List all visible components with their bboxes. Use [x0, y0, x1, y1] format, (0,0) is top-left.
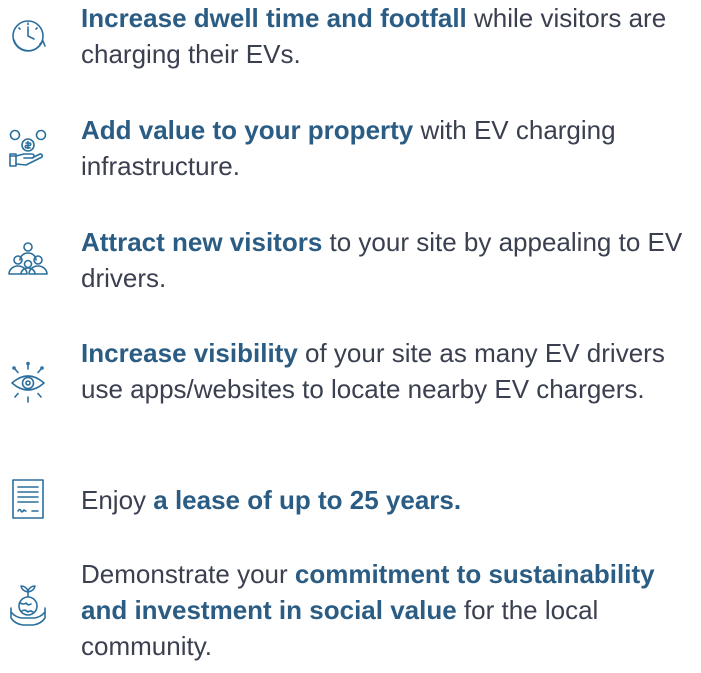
benefit-text: Demonstrate your commitment to sustainab… — [81, 556, 696, 664]
benefit-highlight: Increase dwell time and footfall — [81, 3, 467, 33]
benefit-highlight: a lease of up to 25 years. — [153, 485, 462, 515]
benefit-text: Increase visibility of your site as many… — [81, 335, 696, 407]
benefit-body: Enjoy — [81, 485, 154, 515]
benefit-text: Enjoy a lease of up to 25 years. — [81, 482, 696, 518]
benefit-highlight: Attract new visitors — [81, 227, 323, 257]
benefit-highlight: Add value to your property — [81, 115, 414, 145]
clock-arrow-icon — [6, 14, 50, 58]
benefit-highlight: Increase visibility — [81, 338, 298, 368]
lease-document-icon — [6, 477, 50, 521]
benefit-text: Add value to your property with EV charg… — [81, 112, 696, 184]
benefit-text: Attract new visitors to your site by app… — [81, 224, 696, 296]
hand-coins-icon — [6, 126, 50, 170]
eye-visibility-icon — [6, 361, 50, 405]
benefit-text: Increase dwell time and footfall while v… — [81, 0, 696, 72]
hand-globe-plant-icon — [6, 584, 50, 628]
benefit-body: Demonstrate your — [81, 559, 295, 589]
people-group-icon — [6, 238, 50, 282]
